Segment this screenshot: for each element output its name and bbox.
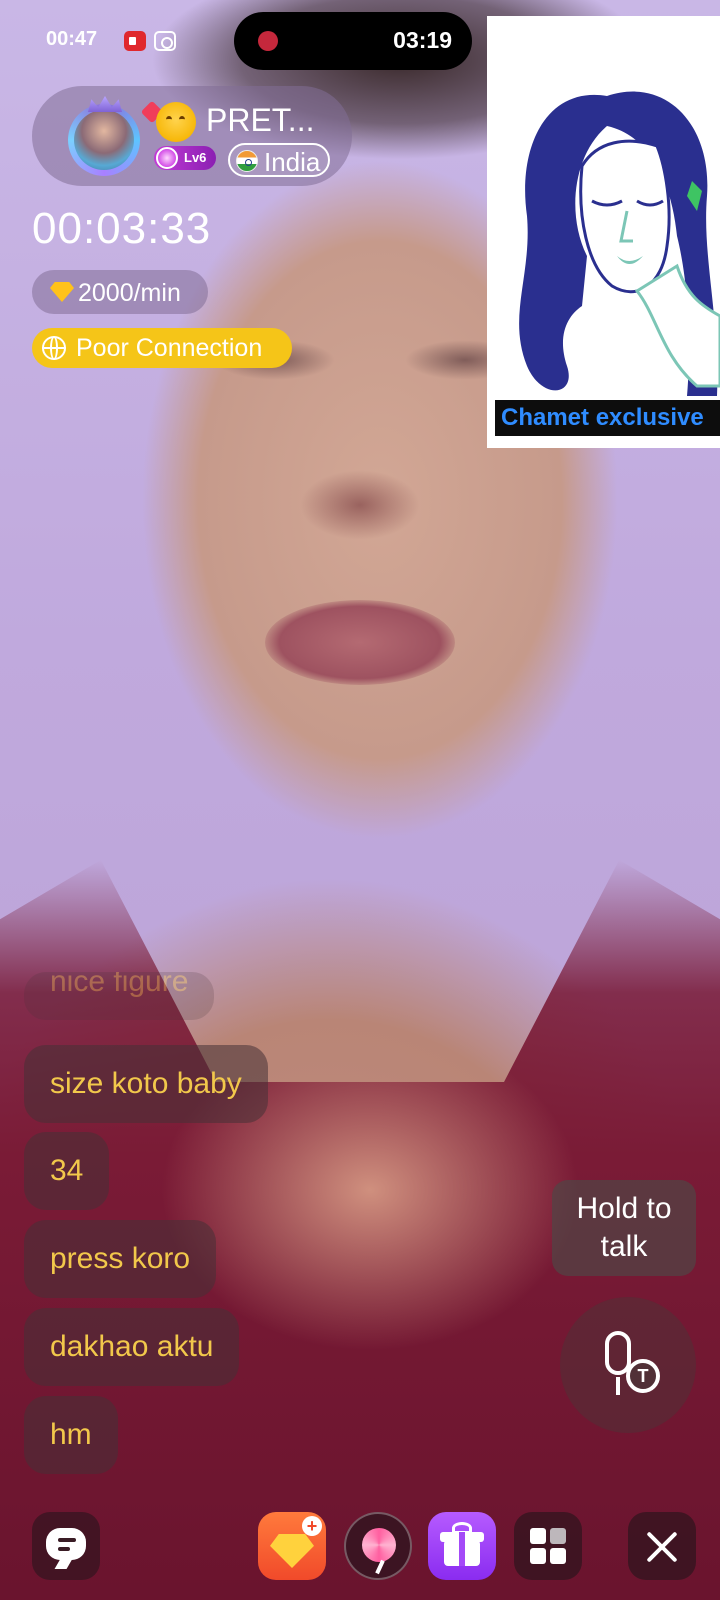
recharge-button[interactable]: +	[258, 1512, 326, 1580]
chat-button[interactable]	[32, 1512, 100, 1580]
chat-message: dakhao aktu	[24, 1308, 240, 1386]
grid-menu-icon-cell	[550, 1548, 566, 1564]
mic-stand	[616, 1377, 620, 1395]
recording-indicator[interactable]: 03:19	[234, 12, 472, 70]
video-feed-detail	[300, 470, 420, 540]
level-text: Lv6	[184, 150, 207, 165]
screen-record-icon	[124, 31, 146, 51]
call-rate: 2000/min	[78, 279, 181, 307]
chat-icon-line	[58, 1547, 70, 1551]
chat-icon-line	[58, 1538, 76, 1542]
grid-menu-icon-cell	[550, 1528, 566, 1544]
call-rate-badge: 2000/min	[32, 270, 208, 314]
avatar[interactable]	[62, 96, 148, 178]
gift-ribbon	[459, 1532, 465, 1566]
lollipop-icon	[362, 1528, 396, 1562]
crown-icon	[88, 96, 122, 112]
recharge-gems-icon	[270, 1534, 314, 1568]
recording-elapsed: 03:19	[393, 27, 452, 53]
lollipop-stick	[375, 1559, 385, 1575]
chat-message: 34	[24, 1132, 110, 1210]
camera-icon	[154, 31, 176, 51]
profile-card[interactable]: PRET... Lv6 India	[32, 86, 352, 186]
woman-illustration-icon	[519, 91, 720, 396]
translate-icon: T	[626, 1359, 660, 1393]
globe-icon	[42, 336, 66, 360]
hold-to-talk-tooltip: Hold to talk	[552, 1180, 696, 1276]
call-duration: 00:03:33	[32, 204, 212, 253]
grid-menu-icon-cell	[530, 1548, 546, 1564]
chat-message: nice figure	[24, 972, 215, 1020]
avatar-image	[74, 110, 134, 170]
smiling-face-with-hearts-icon	[156, 102, 196, 142]
diamond-icon	[50, 282, 74, 302]
profile-name: PRET...	[206, 102, 315, 138]
plus-icon: +	[302, 1516, 322, 1536]
country-name: India	[264, 147, 321, 177]
status-bar-time: 00:47	[46, 28, 98, 50]
connection-status-badge: Poor Connection	[32, 328, 292, 368]
chat-message: hm	[24, 1396, 118, 1474]
voice-to-text-button[interactable]: T	[560, 1297, 696, 1433]
level-icon	[156, 147, 178, 169]
country-badge: India	[228, 143, 330, 177]
chat-icon	[46, 1528, 86, 1560]
lollipop-button[interactable]	[344, 1512, 412, 1580]
connection-status: Poor Connection	[76, 334, 263, 362]
recording-dot-icon	[258, 31, 278, 51]
self-view-pip[interactable]: Chamet exclusive	[487, 16, 720, 448]
pip-label: Chamet exclusive	[495, 400, 720, 436]
level-badge: Lv6	[154, 146, 216, 170]
video-feed-detail	[265, 600, 455, 685]
chat-message: press koro	[24, 1220, 217, 1298]
more-menu-button[interactable]	[514, 1512, 582, 1580]
india-flag-icon	[236, 150, 258, 172]
chat-message: size koto baby	[24, 1045, 268, 1123]
end-call-button[interactable]	[628, 1512, 696, 1580]
gift-button[interactable]	[428, 1512, 496, 1580]
grid-menu-icon	[530, 1528, 546, 1544]
